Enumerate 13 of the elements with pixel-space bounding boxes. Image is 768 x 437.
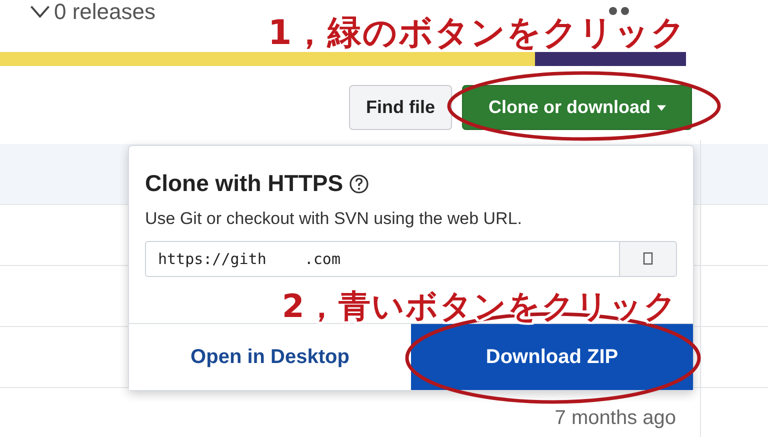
help-icon[interactable] <box>349 174 370 194</box>
clipboard-icon <box>643 250 653 264</box>
popover-title: Clone with HTTPS <box>145 170 344 197</box>
caret-icon <box>656 104 666 110</box>
open-desktop-button[interactable]: Open in Desktop <box>129 324 411 390</box>
releases-count[interactable]: 0 releases <box>54 0 156 27</box>
download-zip-button[interactable]: Download ZIP <box>411 324 693 390</box>
commit-time: 7 months ago <box>554 407 676 430</box>
clone-download-button[interactable]: Clone or download <box>462 85 692 130</box>
find-file-button[interactable]: Find file <box>349 85 452 130</box>
url-field[interactable]: https://gith .com <box>145 241 619 277</box>
annotation-text: 1，緑のボタンをクリック <box>268 15 687 51</box>
popover-description: Use Git or checkout with SVN using the web URL. <box>144 208 523 229</box>
